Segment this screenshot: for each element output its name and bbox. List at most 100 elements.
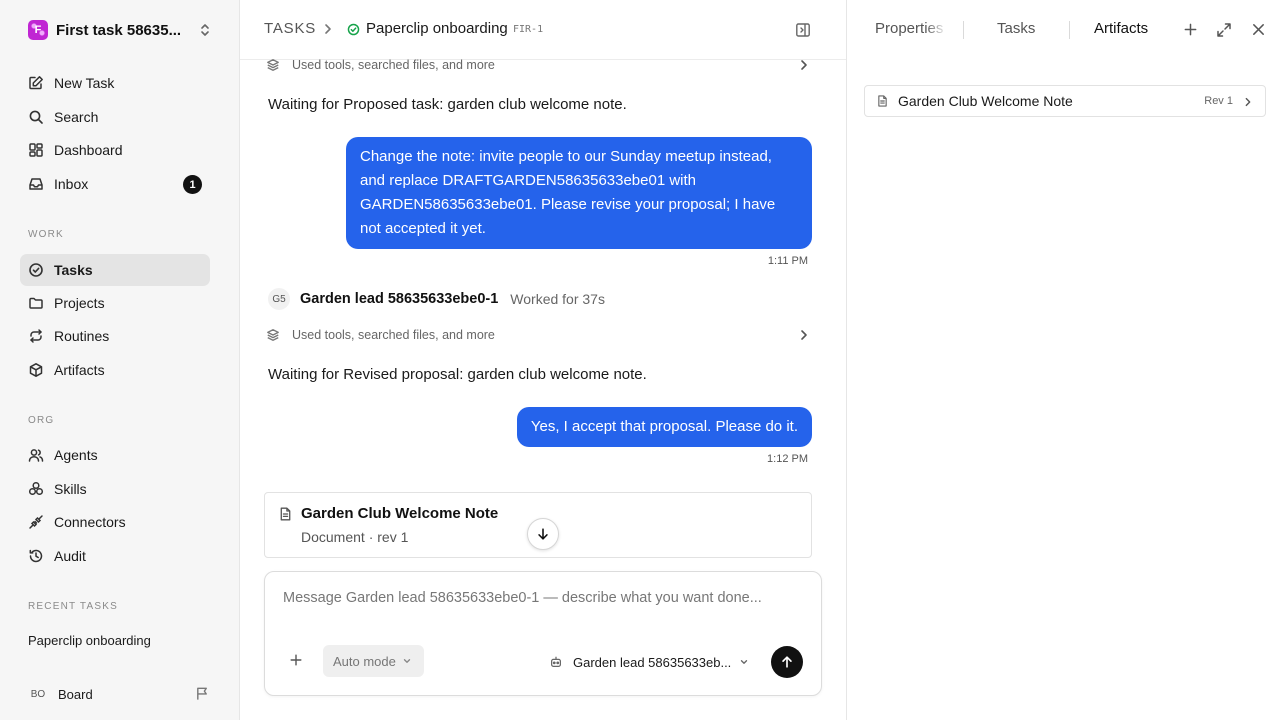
scroll-to-bottom-button[interactable] (527, 518, 559, 550)
document-icon (278, 506, 293, 522)
breadcrumb: TASKS Paperclip onboarding FIR-1 (240, 0, 846, 60)
agent-message: Waiting for Revised proposal: garden clu… (268, 366, 647, 383)
agent-worked-time: Worked for 37s (510, 291, 605, 307)
skills-icon (28, 481, 44, 497)
artifact-title: Garden Club Welcome Note (898, 93, 1073, 109)
artifact-item[interactable]: Garden Club Welcome Note Rev 1 (864, 85, 1266, 117)
history-icon (28, 548, 44, 564)
folder-icon (28, 295, 44, 311)
nav-audit[interactable]: Audit (20, 540, 210, 572)
tool-usage-summary[interactable]: Used tools, searched files, and more (264, 324, 812, 346)
user-message: Change the note: invite people to our Su… (346, 137, 812, 249)
section-label-org: ORG (28, 415, 55, 426)
avatar: G5 (268, 288, 290, 310)
agent-selector-label: Garden lead 58635633eb... (573, 654, 732, 670)
sidebar: F First task 58635... New Task Search Da… (0, 0, 240, 720)
mode-selector[interactable]: Auto mode (323, 645, 424, 677)
chevron-up-down-icon (198, 22, 212, 38)
tool-usage-label: Used tools, searched files, and more (292, 328, 495, 342)
nav-label: Audit (54, 548, 86, 564)
arrow-up-icon (780, 655, 794, 669)
nav-artifacts[interactable]: Artifacts (20, 354, 210, 386)
add-icon[interactable] (1183, 22, 1198, 37)
page-title: Paperclip onboarding (366, 20, 508, 37)
message-timestamp: 1:11 PM (767, 255, 808, 267)
task-thread: TASKS Paperclip onboarding FIR-1 Used to… (240, 0, 846, 720)
send-button[interactable] (771, 646, 803, 678)
nav-connectors[interactable]: Connectors (20, 506, 210, 538)
users-icon (28, 447, 44, 463)
workspace-name: First task 58635... (56, 21, 182, 39)
repeat-icon (28, 328, 44, 344)
nav-label: Inbox (54, 176, 89, 192)
box-icon (28, 362, 44, 378)
panel-tabs: Properties Tasks Artifacts (847, 0, 1280, 60)
document-title: Garden Club Welcome Note (301, 505, 499, 522)
nav-label: Agents (54, 447, 98, 463)
mode-label: Auto mode (333, 653, 396, 669)
nav-label: Artifacts (54, 362, 105, 378)
tab-properties[interactable]: Properties (875, 20, 947, 37)
nav-dashboard[interactable]: Dashboard (20, 134, 210, 166)
plug-icon (28, 514, 44, 530)
agent-selector[interactable]: Garden lead 58635633eb... (549, 652, 755, 672)
tab-divider (963, 21, 964, 39)
expand-icon[interactable] (1216, 22, 1232, 38)
recent-task-item[interactable]: Paperclip onboarding (28, 633, 151, 648)
tasks-icon (28, 262, 44, 278)
agent-header: G5 Garden lead 58635633ebe0-1 Worked for… (268, 288, 605, 310)
panel-toggle-icon[interactable] (795, 22, 811, 38)
document-icon (876, 94, 889, 108)
status-done-icon (347, 23, 360, 36)
nav-label: Dashboard (54, 142, 123, 158)
section-label-recent: RECENT TASKS (28, 601, 118, 612)
layers-icon (266, 58, 280, 72)
arrow-down-icon (536, 527, 550, 541)
task-id: FIR-1 (513, 24, 544, 35)
chevron-right-icon (322, 22, 334, 36)
nav-label: Search (54, 109, 99, 125)
tab-tasks[interactable]: Tasks (997, 20, 1035, 37)
flag-icon[interactable] (195, 686, 210, 701)
board-user[interactable]: BO Board (20, 680, 216, 708)
bot-icon (549, 655, 563, 669)
attach-plus-button[interactable] (289, 653, 303, 667)
close-icon[interactable] (1251, 22, 1266, 37)
nav-projects[interactable]: Projects (20, 287, 210, 319)
tab-artifacts[interactable]: Artifacts (1094, 20, 1148, 37)
nav-tasks[interactable]: Tasks (20, 254, 210, 286)
nav-routines[interactable]: Routines (20, 320, 210, 352)
nav-skills[interactable]: Skills (20, 473, 210, 505)
inbox-count-badge: 1 (183, 175, 202, 194)
chevron-right-icon (798, 58, 810, 72)
user-message: Yes, I accept that proposal. Please do i… (516, 407, 812, 447)
artifact-revision: Rev 1 (1204, 95, 1233, 107)
layers-icon (266, 328, 280, 342)
message-input[interactable] (283, 590, 803, 620)
avatar: BO (30, 688, 46, 700)
chevron-right-icon (1243, 96, 1253, 108)
tool-usage-summary[interactable]: Used tools, searched files, and more (264, 54, 812, 76)
workspace-switcher[interactable]: F First task 58635... (20, 14, 216, 46)
nav-search[interactable]: Search (20, 101, 210, 133)
section-label-work: WORK (28, 229, 64, 240)
agent-name[interactable]: Garden lead 58635633ebe0-1 (300, 291, 498, 307)
chevron-down-icon (739, 657, 749, 667)
nav-label: Routines (54, 328, 110, 344)
document-subtitle: Document · rev 1 (301, 529, 409, 545)
chevron-down-icon (402, 656, 412, 666)
message-timestamp: 1:12 PM (767, 453, 808, 465)
tab-divider (1069, 21, 1070, 39)
nav-inbox[interactable]: Inbox 1 (20, 168, 210, 200)
chevron-right-icon (798, 328, 810, 342)
message-composer: Auto mode Garden lead 58635633eb... (264, 571, 822, 696)
breadcrumb-root[interactable]: TASKS (264, 20, 316, 37)
nav-label: Skills (54, 481, 87, 497)
dashboard-icon (28, 142, 44, 158)
nav-agents[interactable]: Agents (20, 439, 210, 471)
details-panel: Properties Tasks Artifacts Garden Club W… (846, 0, 1280, 720)
agent-message: Waiting for Proposed task: garden club w… (268, 96, 627, 113)
nav-label: New Task (54, 75, 115, 91)
nav-new-task[interactable]: New Task (20, 67, 210, 99)
workspace-logo: F (28, 20, 48, 40)
